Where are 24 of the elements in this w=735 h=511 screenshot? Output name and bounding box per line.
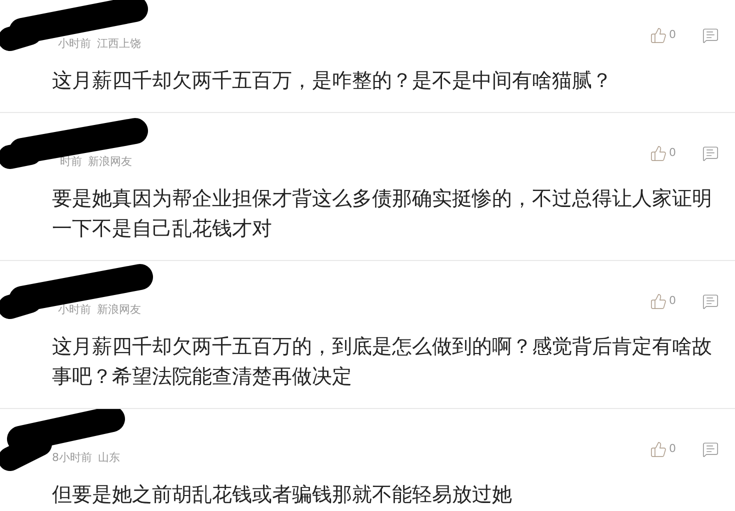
comment-text: 要是她真因为帮企业担保才背这么多债那确实挺惨的，不过总得让人家证明一下不是自己乱花钱才对 bbox=[52, 185, 713, 242]
thumbs-up-icon bbox=[650, 27, 667, 44]
comment-location: 新浪网友 bbox=[97, 303, 141, 317]
comment-time: 时前 bbox=[60, 155, 82, 169]
comment-location: 江西上饶 bbox=[97, 37, 141, 51]
thumbs-up-icon bbox=[650, 293, 667, 310]
comment-location: 新浪网友 bbox=[88, 155, 132, 169]
comment-text: 但要是她之前胡乱花钱或者骗钱那就不能轻易放过她 bbox=[52, 481, 513, 508]
comment-text: 这月薪四千却欠两千五百万的，到底是怎么做到的啊？感觉背后肯定有啥故事吧？希望法院能查清楚再做决定 bbox=[52, 333, 713, 390]
comment-text: 这月薪四千却欠两千五百万，是咋整的？是不是中间有啥猫腻？ bbox=[52, 67, 613, 94]
reply-icon[interactable] bbox=[702, 27, 719, 44]
reply-icon[interactable] bbox=[702, 293, 719, 310]
comment-location: 山东 bbox=[98, 451, 120, 465]
thumbs-up-icon bbox=[650, 145, 667, 162]
like-button[interactable]: 0 bbox=[650, 27, 676, 44]
like-button[interactable]: 0 bbox=[650, 441, 676, 458]
like-button[interactable]: 0 bbox=[650, 293, 676, 310]
comment-time: 小时前 bbox=[58, 37, 91, 51]
like-button[interactable]: 0 bbox=[650, 145, 676, 162]
reply-icon[interactable] bbox=[702, 145, 719, 162]
comment-time: 小时前 bbox=[58, 303, 91, 317]
comment-time: 8小时前 bbox=[52, 451, 92, 465]
reply-icon[interactable] bbox=[702, 441, 719, 458]
thumbs-up-icon bbox=[650, 441, 667, 458]
